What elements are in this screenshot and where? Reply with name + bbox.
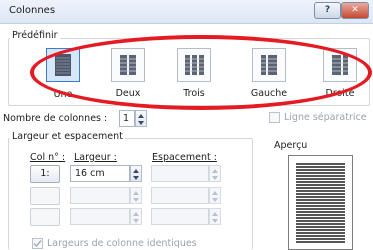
largeur-spinner-2[interactable]	[130, 187, 142, 204]
checkmark-icon	[33, 240, 42, 248]
espacement-spinner-1[interactable]	[209, 165, 221, 182]
espacement-input-1[interactable]	[151, 165, 209, 182]
identiques-label: Largeurs de colonne identiques	[47, 238, 197, 249]
largeur-spinner-3[interactable]	[130, 208, 142, 225]
ligne-separatrice-label: Ligne séparatrice	[284, 112, 367, 123]
close-button[interactable]: ✕	[341, 2, 369, 19]
espacement-header: Espacement :	[152, 152, 217, 163]
column-row-button-3[interactable]	[30, 208, 60, 226]
largeur-input-3[interactable]	[70, 208, 130, 225]
espacement-spinner-2[interactable]	[209, 187, 221, 204]
identiques-checkbox[interactable]	[32, 238, 43, 249]
title-bar: Colonnes ? ✕	[0, 0, 373, 24]
largeur-spinner-1[interactable]	[130, 165, 142, 182]
column-row-button-1[interactable]: 1:	[30, 165, 60, 183]
espacement-input-2[interactable]	[151, 187, 209, 204]
espacement-spinner-3[interactable]	[209, 208, 221, 225]
col-header: Col n° :	[30, 152, 66, 163]
largeur-input-2[interactable]	[70, 187, 130, 204]
ligne-separatrice-checkbox[interactable]	[269, 112, 280, 123]
espacement-input-3[interactable]	[151, 208, 209, 225]
largeur-espacement-heading: Largeur et espacement	[10, 131, 125, 142]
largeur-header: Largeur :	[74, 152, 117, 163]
colonnes-spinner[interactable]	[135, 110, 147, 127]
largeur-input-1[interactable]: 16 cm	[70, 165, 130, 182]
colonnes-input[interactable]: 1	[119, 110, 135, 127]
page-preview-icon	[296, 163, 345, 243]
predefinir-heading: Prédéfinir	[10, 30, 60, 41]
help-button[interactable]: ?	[314, 2, 341, 19]
highlight-oval	[30, 35, 372, 110]
colonnes-label: Nombre de colonnes :	[3, 113, 108, 124]
apercu-heading: Aperçu	[274, 140, 308, 151]
dialog-title: Colonnes	[9, 5, 56, 16]
apercu-preview	[288, 155, 353, 250]
column-row-button-2[interactable]	[30, 187, 60, 205]
